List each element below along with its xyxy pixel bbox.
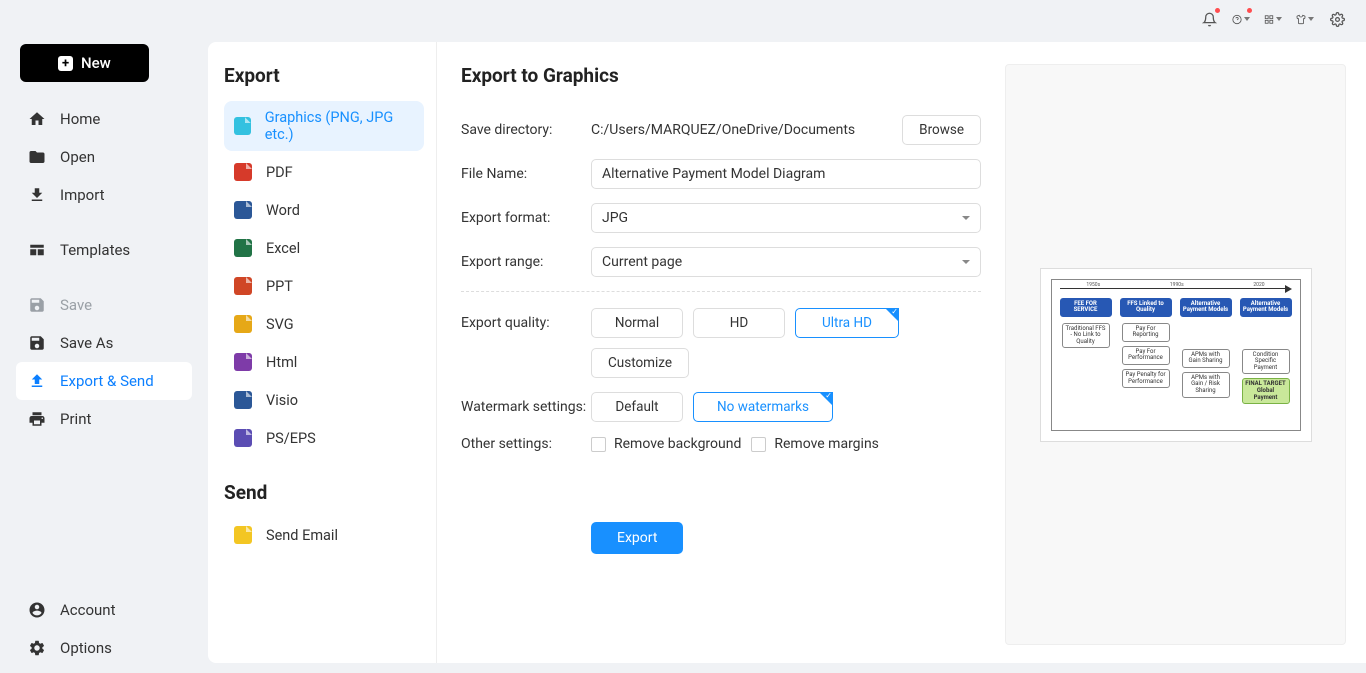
sidebar-item-account[interactable]: Account [16, 591, 192, 629]
panel: Export Graphics (PNG, JPG etc.) PDF Word… [208, 38, 1366, 673]
format-pdf[interactable]: PDF [224, 155, 424, 189]
sidebar-item-import[interactable]: Import [16, 176, 192, 214]
shirt-icon[interactable] [1296, 10, 1314, 28]
word-icon [234, 201, 252, 219]
sidebar-item-options[interactable]: Options [16, 629, 192, 667]
remove-bg-checkbox[interactable]: Remove background [591, 436, 741, 452]
graphics-icon [234, 117, 251, 135]
bell-icon[interactable] [1200, 10, 1218, 28]
export-icon [28, 372, 46, 390]
watermark-none[interactable]: No watermarks [693, 392, 833, 422]
quality-label: Export quality: [461, 315, 591, 331]
templates-icon [28, 241, 46, 259]
html-icon [234, 353, 252, 371]
send-heading: Send [224, 481, 424, 504]
sidebar-item-export[interactable]: Export & Send [16, 362, 192, 400]
save-icon [28, 296, 46, 314]
quality-ultrahd[interactable]: Ultra HD [795, 308, 899, 338]
sidebar: +New Home Open Import Templates Save Sav… [0, 38, 208, 673]
save-dir-value: C:/Users/MARQUEZ/OneDrive/Documents [591, 122, 892, 138]
import-icon [28, 186, 46, 204]
format-pseps[interactable]: PS/EPS [224, 421, 424, 455]
format-graphics[interactable]: Graphics (PNG, JPG etc.) [224, 101, 424, 151]
range-label: Export range: [461, 254, 591, 270]
sidebar-item-templates[interactable]: Templates [16, 231, 192, 269]
options-icon [28, 639, 46, 657]
home-icon [28, 110, 46, 128]
topbar [0, 0, 1366, 38]
sidebar-item-print[interactable]: Print [16, 400, 192, 438]
gear-icon[interactable] [1328, 10, 1346, 28]
saveas-icon [28, 334, 46, 352]
sidebar-item-saveas[interactable]: Save As [16, 324, 192, 362]
format-select[interactable]: JPG [591, 203, 981, 233]
format-word[interactable]: Word [224, 193, 424, 227]
format-excel[interactable]: Excel [224, 231, 424, 265]
format-visio[interactable]: Visio [224, 383, 424, 417]
filename-input[interactable] [591, 159, 981, 189]
watermark-label: Watermark settings: [461, 399, 591, 415]
excel-icon [234, 239, 252, 257]
sidebar-item-open[interactable]: Open [16, 138, 192, 176]
preview-thumbnail: 1950s1990s2020 FEE FOR SERVICE FFS Linke… [1040, 268, 1312, 442]
folder-icon [28, 148, 46, 166]
pseps-icon [234, 429, 252, 447]
customize-button[interactable]: Customize [591, 348, 689, 378]
plus-icon: + [58, 56, 73, 71]
form-title: Export to Graphics [461, 64, 981, 87]
other-label: Other settings: [461, 436, 591, 452]
format-label: Export format: [461, 210, 591, 226]
main: +New Home Open Import Templates Save Sav… [0, 38, 1366, 673]
sidebar-item-save: Save [16, 286, 192, 324]
filename-label: File Name: [461, 166, 591, 182]
print-icon [28, 410, 46, 428]
apps-icon[interactable] [1264, 10, 1282, 28]
diagram-preview: 1950s1990s2020 FEE FOR SERVICE FFS Linke… [1051, 279, 1301, 431]
range-select[interactable]: Current page [591, 247, 981, 277]
svg-icon [234, 315, 252, 333]
help-icon[interactable] [1232, 10, 1250, 28]
quality-hd[interactable]: HD [693, 308, 785, 338]
quality-normal[interactable]: Normal [591, 308, 683, 338]
ppt-icon [234, 277, 252, 295]
browse-button[interactable]: Browse [902, 115, 981, 145]
save-dir-label: Save directory: [461, 122, 591, 138]
account-icon [28, 601, 46, 619]
export-form: Export to Graphics Save directory: C:/Us… [461, 64, 981, 645]
preview-panel: 1950s1990s2020 FEE FOR SERVICE FFS Linke… [1005, 64, 1346, 645]
content: Export to Graphics Save directory: C:/Us… [436, 42, 1366, 663]
format-svg[interactable]: SVG [224, 307, 424, 341]
pdf-icon [234, 163, 252, 181]
export-heading: Export [224, 64, 424, 87]
sidebar-item-home[interactable]: Home [16, 100, 192, 138]
send-email[interactable]: Send Email [224, 518, 424, 552]
export-format-list: Export Graphics (PNG, JPG etc.) PDF Word… [208, 42, 436, 663]
new-button[interactable]: +New [20, 44, 149, 82]
format-html[interactable]: Html [224, 345, 424, 379]
remove-margins-checkbox[interactable]: Remove margins [751, 436, 879, 452]
format-ppt[interactable]: PPT [224, 269, 424, 303]
watermark-default[interactable]: Default [591, 392, 683, 422]
visio-icon [234, 391, 252, 409]
export-button[interactable]: Export [591, 522, 683, 554]
email-icon [234, 526, 252, 544]
